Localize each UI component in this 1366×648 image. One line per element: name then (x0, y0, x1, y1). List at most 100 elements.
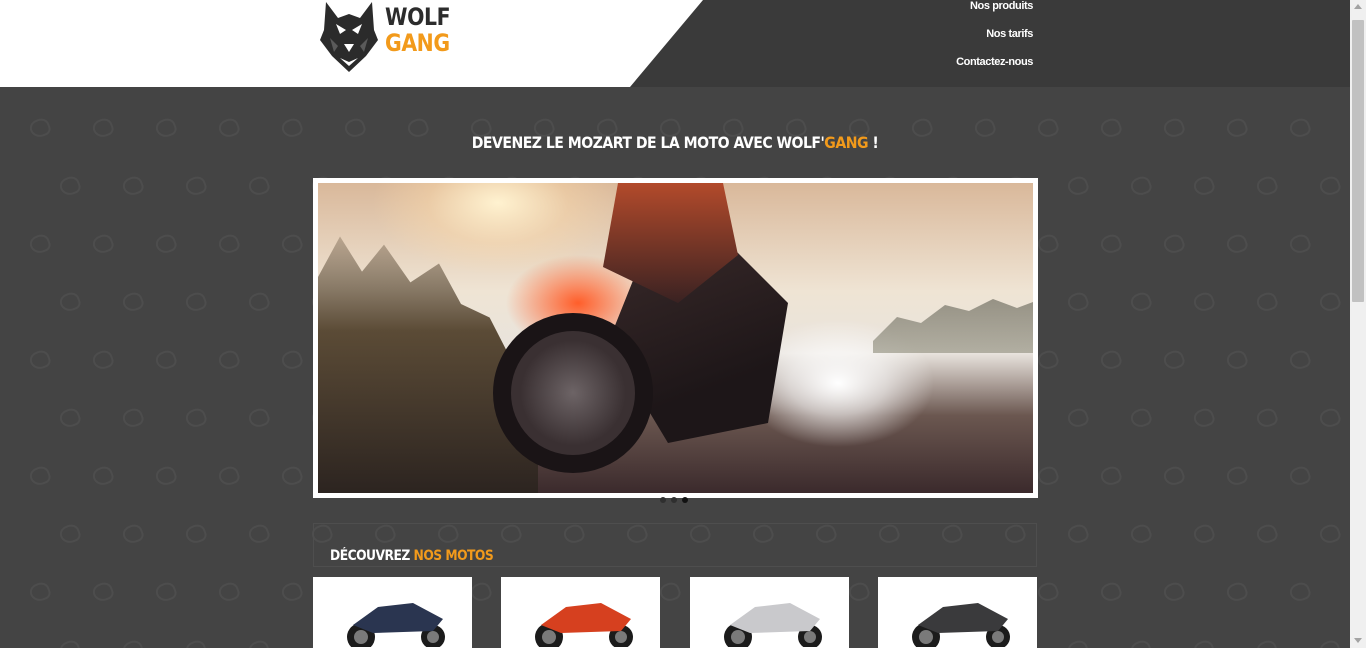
products-title-text: DÉCOUVREZ (330, 547, 414, 564)
helmet-pattern-icon (1317, 638, 1343, 648)
slider-dots (660, 497, 688, 503)
helmet-pattern-icon (1224, 116, 1250, 140)
helmet-pattern-icon (27, 116, 53, 140)
helmet-pattern-icon (1098, 232, 1124, 256)
helmet-pattern-icon (1287, 580, 1313, 604)
helmet-pattern-icon (27, 348, 53, 372)
helmet-pattern-icon (1254, 174, 1280, 198)
helmet-pattern-icon (246, 522, 272, 546)
helmet-pattern-icon (1287, 232, 1313, 256)
logo-line-gang: GANG (385, 29, 450, 57)
scroll-down-arrow-icon[interactable] (1354, 638, 1362, 643)
wolf-icon (320, 2, 378, 72)
scroll-up-arrow-icon[interactable] (1354, 4, 1362, 9)
helmet-pattern-icon (153, 464, 179, 488)
helmet-pattern-icon (1191, 174, 1217, 198)
motorcycle-icon (347, 603, 445, 647)
helmet-pattern-icon (27, 232, 53, 256)
helmet-pattern-icon (57, 638, 83, 648)
helmet-pattern-icon (1287, 116, 1313, 140)
helmet-pattern-icon (657, 580, 683, 604)
helmet-pattern-icon (183, 522, 209, 546)
hero-headline-end: ! (867, 132, 879, 152)
product-card-4[interactable] (878, 577, 1037, 648)
nav-link-produits[interactable]: Nos produits (956, 0, 1033, 28)
slider-dot-3[interactable] (682, 497, 688, 503)
helmet-pattern-icon (1161, 580, 1187, 604)
helmet-pattern-icon (1224, 464, 1250, 488)
helmet-pattern-icon (1128, 522, 1154, 546)
helmet-pattern-icon (27, 580, 53, 604)
helmet-pattern-icon (1128, 174, 1154, 198)
helmet-pattern-icon (1317, 174, 1343, 198)
helmet-pattern-icon (279, 348, 305, 372)
helmet-pattern-icon (216, 580, 242, 604)
helmet-pattern-icon (1254, 290, 1280, 314)
helmet-pattern-icon (1191, 638, 1217, 648)
product-card-2[interactable] (501, 577, 660, 648)
helmet-pattern-icon (183, 174, 209, 198)
slider-dot-1[interactable] (660, 497, 666, 503)
helmet-pattern-icon (57, 522, 83, 546)
helmet-pattern-icon (1287, 348, 1313, 372)
helmet-pattern-icon (1035, 116, 1061, 140)
helmet-pattern-icon (1035, 232, 1061, 256)
helmet-pattern-icon (279, 464, 305, 488)
motorcycle-icon (724, 603, 822, 647)
helmet-pattern-icon (216, 464, 242, 488)
helmet-pattern-icon (1254, 638, 1280, 648)
helmet-pattern-icon (246, 406, 272, 430)
helmet-pattern-icon (1128, 406, 1154, 430)
helmet-pattern-icon (1065, 522, 1091, 546)
hero-headline-text: DEVENEZ LE MOZART DE LA MOTO AVEC WOLF' (471, 132, 825, 152)
helmet-pattern-icon (1317, 522, 1343, 546)
products-title-highlight: NOS MOTOS (413, 547, 494, 564)
helmet-pattern-icon (1161, 232, 1187, 256)
helmet-pattern-icon (1254, 522, 1280, 546)
slider-dot-2[interactable] (671, 497, 677, 503)
slide-trees (873, 299, 1033, 353)
helmet-pattern-icon (1191, 406, 1217, 430)
helmet-pattern-icon (1254, 406, 1280, 430)
helmet-pattern-icon (120, 406, 146, 430)
helmet-pattern-icon (1065, 174, 1091, 198)
helmet-pattern-icon (1224, 232, 1250, 256)
helmet-pattern-icon (1224, 348, 1250, 372)
helmet-pattern-icon (1065, 406, 1091, 430)
hero-headline-highlight: GANG (824, 132, 868, 152)
product-card-1[interactable] (313, 577, 472, 648)
helmet-pattern-icon (279, 116, 305, 140)
helmet-pattern-icon (246, 290, 272, 314)
helmet-pattern-icon (1287, 464, 1313, 488)
helmet-pattern-icon (1035, 464, 1061, 488)
helmet-pattern-icon (846, 580, 872, 604)
helmet-pattern-icon (279, 232, 305, 256)
helmet-pattern-icon (1161, 116, 1187, 140)
helmet-pattern-icon (183, 290, 209, 314)
helmet-pattern-icon (90, 348, 116, 372)
helmet-pattern-icon (153, 232, 179, 256)
nav-link-contact[interactable]: Contactez-nous (956, 56, 1033, 84)
helmet-pattern-icon (153, 116, 179, 140)
hero-slider[interactable] (313, 178, 1038, 498)
products-title: DÉCOUVREZ NOS MOTOS (330, 547, 494, 564)
helmet-pattern-icon (468, 580, 494, 604)
helmet-pattern-icon (216, 348, 242, 372)
helmet-pattern-icon (90, 464, 116, 488)
product-card-3[interactable] (690, 577, 849, 648)
helmet-pattern-icon (1191, 522, 1217, 546)
helmet-pattern-icon (1128, 638, 1154, 648)
helmet-pattern-icon (153, 580, 179, 604)
helmet-pattern-icon (90, 116, 116, 140)
nav-link-tarifs[interactable]: Nos tarifs (956, 28, 1033, 56)
scrollbar-thumb[interactable] (1352, 20, 1364, 302)
helmet-pattern-icon (57, 290, 83, 314)
helmet-pattern-icon (216, 232, 242, 256)
hero-headline: DEVENEZ LE MOZART DE LA MOTO AVEC WOLF'G… (356, 133, 993, 152)
helmet-pattern-icon (246, 174, 272, 198)
helmet-pattern-icon (183, 406, 209, 430)
slide-rear-wheel (493, 313, 653, 473)
helmet-pattern-icon (90, 232, 116, 256)
helmet-pattern-icon (1224, 580, 1250, 604)
vertical-scrollbar[interactable] (1350, 0, 1366, 648)
